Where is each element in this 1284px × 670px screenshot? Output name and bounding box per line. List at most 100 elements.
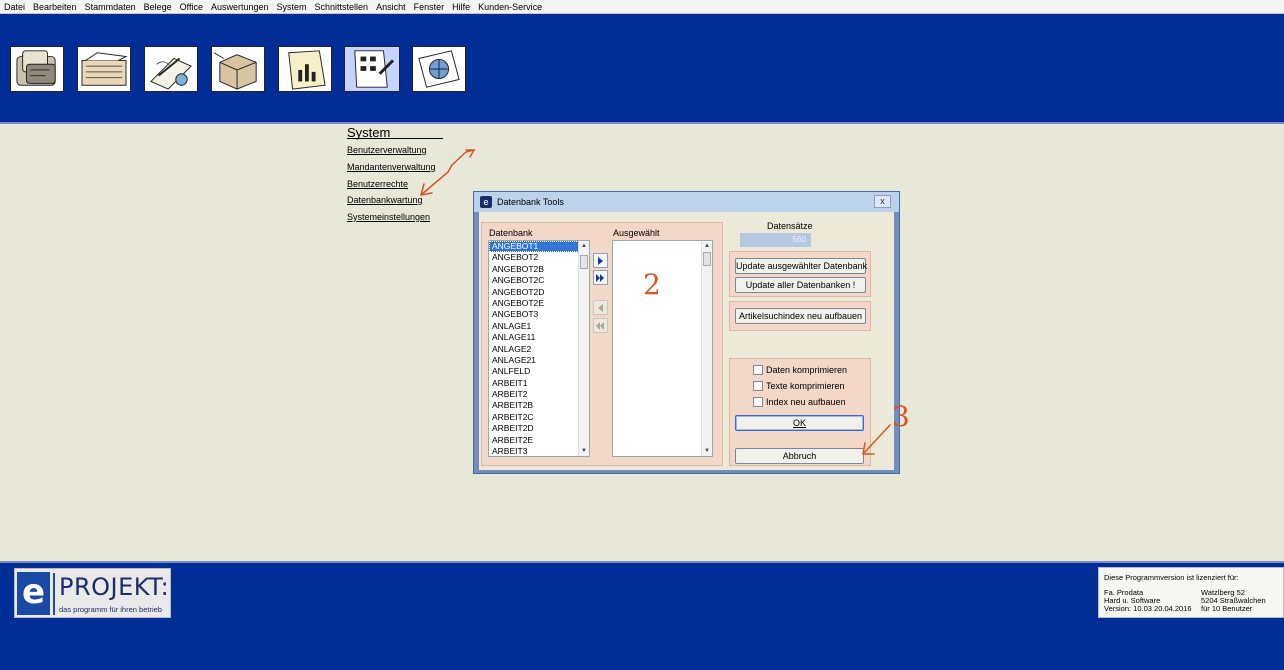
menu-office[interactable]: Office (180, 2, 203, 12)
abbruch-button[interactable]: Abbruch (735, 448, 864, 464)
logo-tagline: das programm für ihren betrieb (59, 605, 162, 614)
close-button[interactable]: x (874, 195, 891, 208)
datenbank-list-item[interactable]: ANLAGE2 (489, 344, 589, 355)
index-panel: Artikelsuchindex neu aufbauen (729, 301, 871, 331)
system-tools-icon[interactable] (344, 46, 400, 92)
double-arrow-left-icon (596, 321, 604, 330)
datenbank-list-item[interactable]: ANGEBOT1 (489, 241, 589, 253)
menu-bearbeiten[interactable]: Bearbeiten (33, 2, 77, 12)
logo-name: PROJEKT: (59, 573, 170, 601)
datensaetze-field: 560 (740, 233, 811, 247)
menu-fenster[interactable]: Fenster (414, 2, 445, 12)
database-panel: Datenbank Ausgewählt ANGEBOT1 ANGEBOT2 ANG… (481, 222, 723, 466)
vertical-scrollbar[interactable]: ▲ ▼ (701, 241, 712, 456)
datenbank-list-item[interactable]: ARBEIT2D (489, 423, 589, 434)
double-arrow-right-icon (596, 273, 604, 282)
menu-belege[interactable]: Belege (144, 2, 172, 12)
link-datenbankwartung[interactable]: Datenbankwartung (347, 195, 423, 205)
contacts-icon[interactable] (10, 46, 64, 92)
datenbank-list-item[interactable]: ANLAGE1 (489, 321, 589, 332)
menu-hilfe[interactable]: Hilfe (452, 2, 470, 12)
update-all-button[interactable]: Update aller Datenbanken ! (735, 277, 866, 293)
globe-icon[interactable] (412, 46, 466, 92)
dialog-titlebar[interactable]: e Datenbank Tools x (474, 192, 899, 212)
datenbank-list-item[interactable]: ARBEIT2E (489, 435, 589, 446)
checkbox-label: Index neu aufbauen (766, 397, 846, 407)
vertical-scrollbar[interactable]: ▲ ▼ (578, 241, 589, 456)
license-users: für 10 Benutzer (1201, 604, 1253, 613)
menu-kunden-service[interactable]: Kunden-Service (478, 2, 542, 12)
add-selected-button[interactable] (593, 253, 608, 268)
heading-underline (347, 138, 443, 139)
datenbank-list-item[interactable]: ANLAGE11 (489, 332, 589, 343)
scroll-up-icon[interactable]: ▲ (579, 241, 589, 251)
footer-band (0, 563, 1284, 670)
datenbank-list-item[interactable]: ARBEIT1 (489, 378, 589, 389)
datenbank-list-item[interactable]: ARBEIT3 (489, 446, 589, 456)
checkbox-box[interactable] (753, 397, 763, 407)
add-all-button[interactable] (593, 270, 608, 285)
menu-schnittstellen[interactable]: Schnittstellen (315, 2, 369, 12)
writing-icon[interactable] (144, 46, 198, 92)
app-icon: e (480, 196, 492, 208)
daten-komprimieren-checkbox[interactable]: Daten komprimieren (753, 365, 847, 375)
datenbank-list-item[interactable]: ANLFELD (489, 366, 589, 377)
datenbank-list-item[interactable]: ANGEBOT2C (489, 275, 589, 286)
logo-bar (53, 573, 55, 615)
checkbox-box[interactable] (753, 365, 763, 375)
datenbank-list-item[interactable]: ARBEIT2B (489, 400, 589, 411)
texte-komprimieren-checkbox[interactable]: Texte komprimieren (753, 381, 845, 391)
link-mandantenverwaltung[interactable]: Mandantenverwaltung (347, 162, 436, 172)
menu-stammdaten[interactable]: Stammdaten (85, 2, 136, 12)
license-version: Version: 10.03 20.04.2016 (1104, 604, 1192, 613)
arrow-left-icon (598, 303, 603, 312)
datenbank-list-item[interactable]: ANLAGE21 (489, 355, 589, 366)
menu-bar: Datei Bearbeiten Stammdaten Belege Offic… (0, 0, 1284, 14)
update-selected-button[interactable]: Update ausgewählter Datenbank (735, 258, 867, 274)
scroll-thumb[interactable] (703, 252, 711, 266)
ausgewaehlt-listbox[interactable]: ▲ ▼ (612, 240, 713, 457)
license-box: Diese Programmversion ist lizenziert für… (1098, 567, 1284, 618)
scroll-thumb[interactable] (580, 255, 588, 269)
datenbank-list-item[interactable]: ANGEBOT3 (489, 309, 589, 320)
files-icon[interactable] (77, 46, 131, 92)
remove-all-button[interactable] (593, 318, 608, 333)
datenbank-listbox[interactable]: ANGEBOT1 ANGEBOT2 ANGEBOT2B ANGEBOT2C ANGEBO… (488, 240, 590, 457)
menu-auswertungen[interactable]: Auswertungen (211, 2, 269, 12)
rebuild-index-button[interactable]: Artikelsuchindex neu aufbauen (735, 308, 866, 324)
toolbar-band (0, 14, 1284, 122)
datenbank-list-item[interactable]: ARBEIT2C (489, 412, 589, 423)
ok-button[interactable]: OK (735, 415, 864, 431)
remove-selected-button[interactable] (593, 300, 608, 315)
license-heading: Diese Programmversion ist lizenziert für… (1104, 573, 1239, 582)
menu-system[interactable]: System (277, 2, 307, 12)
checkbox-box[interactable] (753, 381, 763, 391)
scroll-down-icon[interactable]: ▼ (702, 446, 712, 456)
index-neu-aufbauen-checkbox[interactable]: Index neu aufbauen (753, 397, 846, 407)
dialog-body: Datenbank Ausgewählt ANGEBOT1 ANGEBOT2 ANG… (479, 212, 894, 470)
annotation-number-2: 2 (643, 268, 661, 301)
datenbank-label: Datenbank (489, 228, 533, 238)
datenbank-list-item[interactable]: ANGEBOT2B (489, 264, 589, 275)
menu-ansicht[interactable]: Ansicht (376, 2, 406, 12)
menu-datei[interactable]: Datei (4, 2, 25, 12)
link-benutzerverwaltung[interactable]: Benutzerverwaltung (347, 145, 427, 155)
eprojekt-logo: e PROJEKT: das programm für ihren betrie… (14, 568, 171, 618)
link-benutzerrechte[interactable]: Benutzerrechte (347, 179, 408, 189)
package-icon[interactable] (211, 46, 265, 92)
scroll-down-icon[interactable]: ▼ (579, 446, 589, 456)
datenbank-list-item[interactable]: ANGEBOT2E (489, 298, 589, 309)
chart-icon[interactable] (278, 46, 332, 92)
datenbank-tools-dialog: e Datenbank Tools x Datenbank Ausgewählt… (473, 191, 900, 474)
datenbank-items: ANGEBOT1 ANGEBOT2 ANGEBOT2B ANGEBOT2C ANGEBO… (489, 241, 589, 456)
ausgewaehlt-label: Ausgewählt (613, 228, 660, 238)
scroll-up-icon[interactable]: ▲ (702, 241, 712, 251)
link-systemeinstellungen[interactable]: Systemeinstellungen (347, 212, 430, 222)
datenbank-list-item[interactable]: ANGEBOT2 (489, 252, 589, 263)
checkbox-label: Daten komprimieren (766, 365, 848, 375)
logo-letter: e (17, 572, 50, 615)
datensaetze-label: Datensätze (767, 221, 813, 231)
datenbank-list-item[interactable]: ANGEBOT2D (489, 287, 589, 298)
annotation-number-3: 3 (892, 400, 910, 433)
datenbank-list-item[interactable]: ARBEIT2 (489, 389, 589, 400)
